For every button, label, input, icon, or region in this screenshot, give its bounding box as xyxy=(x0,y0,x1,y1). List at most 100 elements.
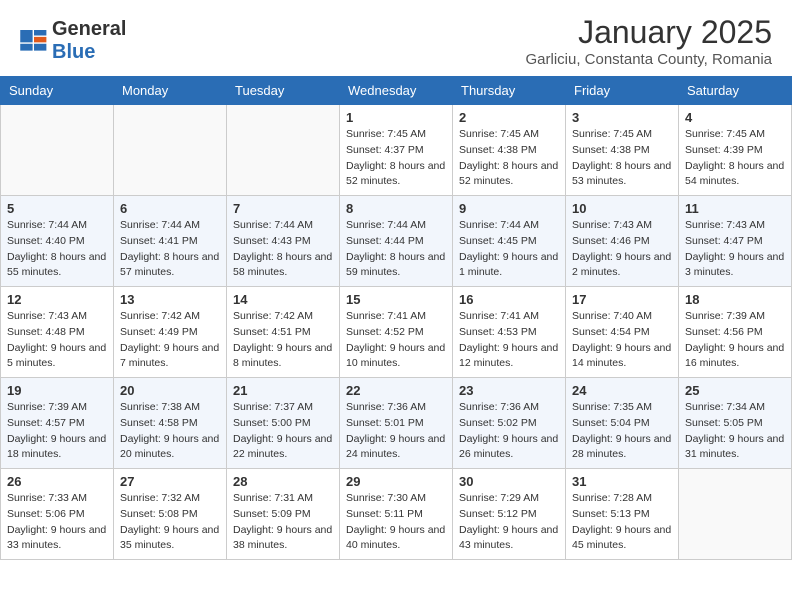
calendar-cell: 1Sunrise: 7:45 AM Sunset: 4:37 PM Daylig… xyxy=(340,105,453,196)
day-info: Sunrise: 7:45 AM Sunset: 4:38 PM Dayligh… xyxy=(572,127,672,190)
calendar-header-row: SundayMondayTuesdayWednesdayThursdayFrid… xyxy=(1,77,792,105)
logo-blue: Blue xyxy=(52,41,95,63)
day-number: 13 xyxy=(120,292,220,307)
day-number: 9 xyxy=(459,201,559,216)
calendar-cell: 9 Sunrise: 7:44 AM Sunset: 4:45 PM Daylig… xyxy=(453,196,566,287)
calendar-cell xyxy=(1,105,114,196)
calendar-cell: 4Sunrise: 7:45 AM Sunset: 4:39 PM Daylig… xyxy=(679,105,792,196)
day-info: Sunrise: 7:39 AM Sunset: 4:57 PM Dayligh… xyxy=(7,400,107,463)
calendar-cell: 31Sunrise: 7:28 AM Sunset: 5:13 PM Dayli… xyxy=(566,469,679,560)
calendar-cell: 21Sunrise: 7:37 AM Sunset: 5:00 PM Dayli… xyxy=(227,378,340,469)
calendar-cell: 13Sunrise: 7:42 AM Sunset: 4:49 PM Dayli… xyxy=(114,287,227,378)
day-info: Sunrise: 7:43 AM Sunset: 4:46 PM Dayligh… xyxy=(572,218,672,281)
calendar-cell: 18 Sunrise: 7:39 AM Sunset: 4:56 PM Dayli… xyxy=(679,287,792,378)
day-info: Sunrise: 7:41 AM Sunset: 4:52 PM Dayligh… xyxy=(346,309,446,372)
day-number: 15 xyxy=(346,292,446,307)
day-header-tuesday: Tuesday xyxy=(227,77,340,105)
day-number: 30 xyxy=(459,474,559,489)
day-number: 4 xyxy=(685,110,785,125)
day-number: 27 xyxy=(120,474,220,489)
day-number: 16 xyxy=(459,292,559,307)
week-row-3: 12 Sunrise: 7:43 AM Sunset: 4:48 PM Dayli… xyxy=(1,287,792,378)
day-number: 5 xyxy=(7,201,107,216)
day-number: 23 xyxy=(459,383,559,398)
calendar-table: SundayMondayTuesdayWednesdayThursdayFrid… xyxy=(0,76,792,560)
day-info: Sunrise: 7:34 AM Sunset: 5:05 PM Dayligh… xyxy=(685,400,785,463)
day-info: Sunrise: 7:33 AM Sunset: 5:06 PM Dayligh… xyxy=(7,491,107,554)
day-header-sunday: Sunday xyxy=(1,77,114,105)
day-number: 18 xyxy=(685,292,785,307)
calendar-cell: 24 Sunrise: 7:35 AM Sunset: 5:04 PM Dayli… xyxy=(566,378,679,469)
calendar-cell: 25Sunrise: 7:34 AM Sunset: 5:05 PM Dayli… xyxy=(679,378,792,469)
day-info: Sunrise: 7:35 AM Sunset: 5:04 PM Dayligh… xyxy=(572,400,672,463)
day-header-monday: Monday xyxy=(114,77,227,105)
title-block: January 2025 Garliciu, Constanta County,… xyxy=(525,14,772,68)
calendar-cell: 2 Sunrise: 7:45 AM Sunset: 4:38 PM Daylig… xyxy=(453,105,566,196)
calendar-cell: 17 Sunrise: 7:40 AM Sunset: 4:54 PM Dayli… xyxy=(566,287,679,378)
day-number: 8 xyxy=(346,201,446,216)
calendar-cell: 26 Sunrise: 7:33 AM Sunset: 5:06 PM Dayli… xyxy=(1,469,114,560)
day-info: Sunrise: 7:45 AM Sunset: 4:38 PM Dayligh… xyxy=(459,127,559,190)
day-header-wednesday: Wednesday xyxy=(340,77,453,105)
logo-general: General xyxy=(52,18,126,40)
calendar-cell: 29Sunrise: 7:30 AM Sunset: 5:11 PM Dayli… xyxy=(340,469,453,560)
calendar-cell: 5 Sunrise: 7:44 AM Sunset: 4:40 PM Daylig… xyxy=(1,196,114,287)
day-header-saturday: Saturday xyxy=(679,77,792,105)
day-info: Sunrise: 7:44 AM Sunset: 4:44 PM Dayligh… xyxy=(346,218,446,281)
day-number: 20 xyxy=(120,383,220,398)
calendar-cell: 11 Sunrise: 7:43 AM Sunset: 4:47 PM Dayli… xyxy=(679,196,792,287)
calendar-cell: 19Sunrise: 7:39 AM Sunset: 4:57 PM Dayli… xyxy=(1,378,114,469)
day-number: 6 xyxy=(120,201,220,216)
day-header-thursday: Thursday xyxy=(453,77,566,105)
week-row-1: 1Sunrise: 7:45 AM Sunset: 4:37 PM Daylig… xyxy=(1,105,792,196)
location-title: Garliciu, Constanta County, Romania xyxy=(525,51,772,68)
logo: General Blue xyxy=(20,18,126,64)
calendar-cell: 3Sunrise: 7:45 AM Sunset: 4:38 PM Daylig… xyxy=(566,105,679,196)
week-row-4: 19Sunrise: 7:39 AM Sunset: 4:57 PM Dayli… xyxy=(1,378,792,469)
day-info: Sunrise: 7:36 AM Sunset: 5:01 PM Dayligh… xyxy=(346,400,446,463)
day-number: 2 xyxy=(459,110,559,125)
calendar-cell: 12 Sunrise: 7:43 AM Sunset: 4:48 PM Dayli… xyxy=(1,287,114,378)
day-number: 14 xyxy=(233,292,333,307)
day-info: Sunrise: 7:36 AM Sunset: 5:02 PM Dayligh… xyxy=(459,400,559,463)
day-number: 29 xyxy=(346,474,446,489)
day-number: 24 xyxy=(572,383,672,398)
day-number: 28 xyxy=(233,474,333,489)
calendar-cell: 7 Sunrise: 7:44 AM Sunset: 4:43 PM Daylig… xyxy=(227,196,340,287)
day-number: 17 xyxy=(572,292,672,307)
calendar-cell: 22 Sunrise: 7:36 AM Sunset: 5:01 PM Dayli… xyxy=(340,378,453,469)
day-info: Sunrise: 7:32 AM Sunset: 5:08 PM Dayligh… xyxy=(120,491,220,554)
calendar-cell: 6 Sunrise: 7:44 AM Sunset: 4:41 PM Daylig… xyxy=(114,196,227,287)
day-info: Sunrise: 7:43 AM Sunset: 4:48 PM Dayligh… xyxy=(7,309,107,372)
day-number: 10 xyxy=(572,201,672,216)
page-header: General Blue January 2025 Garliciu, Cons… xyxy=(0,0,792,76)
calendar-cell: 28 Sunrise: 7:31 AM Sunset: 5:09 PM Dayli… xyxy=(227,469,340,560)
calendar-cell: 8 Sunrise: 7:44 AM Sunset: 4:44 PM Daylig… xyxy=(340,196,453,287)
day-number: 21 xyxy=(233,383,333,398)
logo-icon xyxy=(20,30,48,52)
day-header-friday: Friday xyxy=(566,77,679,105)
week-row-2: 5 Sunrise: 7:44 AM Sunset: 4:40 PM Daylig… xyxy=(1,196,792,287)
day-info: Sunrise: 7:31 AM Sunset: 5:09 PM Dayligh… xyxy=(233,491,333,554)
day-info: Sunrise: 7:44 AM Sunset: 4:41 PM Dayligh… xyxy=(120,218,220,281)
day-number: 12 xyxy=(7,292,107,307)
day-info: Sunrise: 7:39 AM Sunset: 4:56 PM Dayligh… xyxy=(685,309,785,372)
day-info: Sunrise: 7:44 AM Sunset: 4:40 PM Dayligh… xyxy=(7,218,107,281)
day-info: Sunrise: 7:43 AM Sunset: 4:47 PM Dayligh… xyxy=(685,218,785,281)
calendar-cell: 14Sunrise: 7:42 AM Sunset: 4:51 PM Dayli… xyxy=(227,287,340,378)
calendar-cell: 16Sunrise: 7:41 AM Sunset: 4:53 PM Dayli… xyxy=(453,287,566,378)
day-number: 11 xyxy=(685,201,785,216)
day-number: 26 xyxy=(7,474,107,489)
day-number: 22 xyxy=(346,383,446,398)
day-number: 7 xyxy=(233,201,333,216)
day-info: Sunrise: 7:45 AM Sunset: 4:37 PM Dayligh… xyxy=(346,127,446,190)
day-info: Sunrise: 7:40 AM Sunset: 4:54 PM Dayligh… xyxy=(572,309,672,372)
day-info: Sunrise: 7:29 AM Sunset: 5:12 PM Dayligh… xyxy=(459,491,559,554)
day-info: Sunrise: 7:38 AM Sunset: 4:58 PM Dayligh… xyxy=(120,400,220,463)
day-info: Sunrise: 7:28 AM Sunset: 5:13 PM Dayligh… xyxy=(572,491,672,554)
day-info: Sunrise: 7:44 AM Sunset: 4:43 PM Dayligh… xyxy=(233,218,333,281)
calendar-cell: 15 Sunrise: 7:41 AM Sunset: 4:52 PM Dayli… xyxy=(340,287,453,378)
day-info: Sunrise: 7:44 AM Sunset: 4:45 PM Dayligh… xyxy=(459,218,559,281)
calendar-cell: 23 Sunrise: 7:36 AM Sunset: 5:02 PM Dayli… xyxy=(453,378,566,469)
month-title: January 2025 xyxy=(525,14,772,51)
